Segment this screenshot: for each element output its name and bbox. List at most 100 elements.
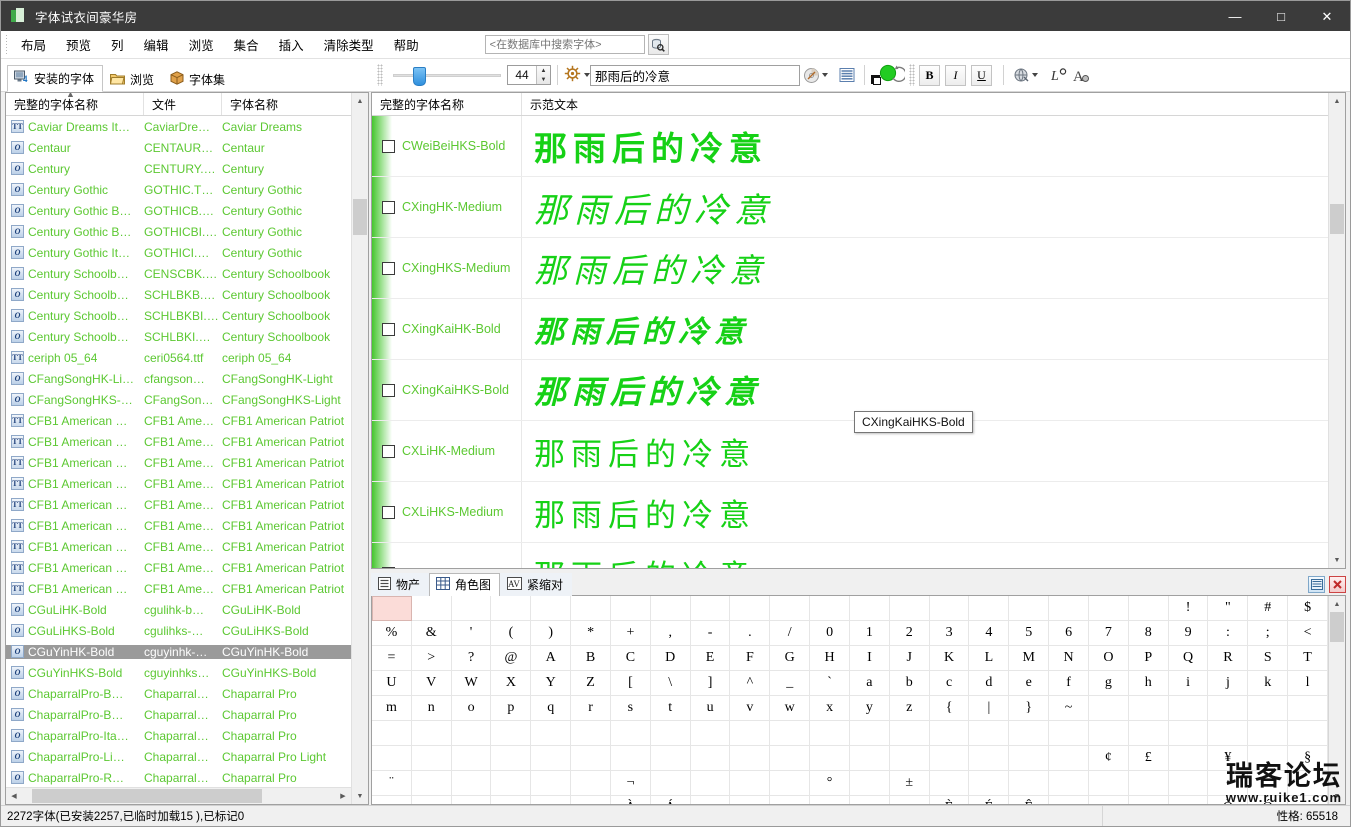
character-cell[interactable]: y xyxy=(849,696,890,721)
align-lines-button[interactable] xyxy=(836,65,858,86)
table-row[interactable]: O Century Gothic B… GOTHICBI.… Century Goth… xyxy=(6,221,351,242)
character-cell[interactable]: i xyxy=(1168,671,1209,696)
character-cell[interactable]: B xyxy=(571,646,611,671)
character-cell[interactable] xyxy=(610,721,651,746)
character-cell[interactable] xyxy=(690,771,731,796)
character-cell[interactable]: ` xyxy=(810,671,850,696)
preview-row-checkbox[interactable] xyxy=(382,200,395,214)
tab-properties[interactable]: 物产 xyxy=(371,573,430,596)
character-cell[interactable]: ! xyxy=(1168,596,1209,621)
character-cell[interactable] xyxy=(1208,721,1249,746)
preview-row[interactable]: CXingKaiHKS-Bold 那雨后的冷意 xyxy=(372,360,1328,421)
toolbar-grip[interactable] xyxy=(377,64,383,86)
character-cell[interactable]: W xyxy=(451,671,492,696)
menu-item-collections[interactable]: 集合 xyxy=(225,32,268,57)
bold-button[interactable]: B xyxy=(919,64,940,86)
character-cell[interactable]: _ xyxy=(770,671,811,696)
character-cell[interactable] xyxy=(849,596,890,621)
color-wheel-button[interactable] xyxy=(800,65,822,86)
size-stepper[interactable]: 44 ▲ ▼ xyxy=(507,65,551,85)
color-wheel-chevron-icon[interactable] xyxy=(822,73,828,77)
character-cell[interactable]: # xyxy=(1248,596,1289,621)
preview-row-checkbox[interactable] xyxy=(382,261,395,275)
character-cell[interactable] xyxy=(929,721,970,746)
character-cell[interactable] xyxy=(1088,596,1129,621)
globe-button[interactable] xyxy=(1010,65,1032,86)
character-cell[interactable] xyxy=(969,596,1010,621)
character-cell[interactable] xyxy=(610,746,651,771)
character-cell[interactable] xyxy=(1089,796,1129,804)
character-cell[interactable]: l xyxy=(1288,671,1328,696)
character-cell[interactable] xyxy=(411,746,452,771)
character-cell[interactable]: M xyxy=(1009,646,1050,671)
character-cell[interactable] xyxy=(571,796,611,804)
character-cell[interactable]: 2 xyxy=(889,621,930,646)
character-cell[interactable]: < xyxy=(1288,621,1328,646)
character-cell[interactable] xyxy=(452,796,492,804)
character-cell[interactable]: Ê xyxy=(1009,796,1050,804)
character-cell[interactable] xyxy=(491,771,532,796)
character-cell[interactable]: ¬ xyxy=(610,771,651,796)
table-row[interactable]: TT ceriph 05_64 ceri0564.ttf ceriph 05_64 xyxy=(6,347,351,368)
character-cell[interactable]: X xyxy=(491,671,532,696)
character-cell[interactable]: ( xyxy=(491,621,532,646)
character-cell[interactable]: F xyxy=(730,646,771,671)
table-row[interactable]: O ChaparralPro-R… Chaparral… Chaparral Pro xyxy=(6,767,351,787)
table-row[interactable]: O Centaur CENTAUR… Centaur xyxy=(6,137,351,158)
character-cell[interactable] xyxy=(1288,696,1328,721)
character-cell[interactable]: c xyxy=(929,671,970,696)
character-cell[interactable] xyxy=(1169,796,1209,804)
character-cell[interactable] xyxy=(531,746,572,771)
table-row[interactable]: O ChaparralPro-B… Chaparral… Chaparral Pro xyxy=(6,704,351,725)
character-cell[interactable]: ¢ xyxy=(1088,746,1129,771)
column-header-full-name[interactable]: 完整的字体名称 ▲ xyxy=(6,93,144,115)
character-cell[interactable] xyxy=(411,771,452,796)
character-cell[interactable]: C xyxy=(610,646,651,671)
scroll-up-icon[interactable]: ▲ xyxy=(352,93,368,109)
character-cell[interactable] xyxy=(531,771,572,796)
character-cell[interactable] xyxy=(690,596,731,621)
character-cell[interactable]: d xyxy=(969,671,1010,696)
character-cell[interactable] xyxy=(571,746,611,771)
character-cell[interactable]: 5 xyxy=(1009,621,1050,646)
maximize-button[interactable]: □ xyxy=(1258,1,1304,31)
character-cell[interactable]: s xyxy=(610,696,651,721)
character-cell[interactable] xyxy=(491,746,532,771)
character-cell[interactable] xyxy=(491,596,532,621)
character-cell[interactable] xyxy=(929,596,970,621)
character-cell[interactable] xyxy=(889,721,930,746)
character-cell[interactable]: É xyxy=(969,796,1010,804)
character-cell[interactable]: P xyxy=(1128,646,1169,671)
character-cell[interactable] xyxy=(810,796,850,804)
character-cell[interactable]: ' xyxy=(451,621,492,646)
character-cell[interactable] xyxy=(491,721,532,746)
character-cell[interactable] xyxy=(690,746,731,771)
character-cell[interactable] xyxy=(1168,721,1209,746)
chargrid-scroll-up-icon[interactable]: ▲ xyxy=(1329,596,1345,612)
column-header-file[interactable]: 文件 xyxy=(144,93,222,115)
character-cell[interactable] xyxy=(690,721,731,746)
table-row[interactable]: O CGuLiHK-Bold cgulihk-b… CGuLiHK-Bold xyxy=(6,599,351,620)
character-cell[interactable] xyxy=(1009,771,1050,796)
character-cell[interactable] xyxy=(451,721,492,746)
character-cell[interactable] xyxy=(770,596,811,621)
character-cell[interactable] xyxy=(890,796,930,804)
preview-row[interactable]: CWeiBeiHKS-Bold 那雨后的冷意 xyxy=(372,116,1328,177)
character-cell[interactable] xyxy=(1208,696,1249,721)
character-cell[interactable] xyxy=(451,771,492,796)
table-row[interactable]: TT CFB1 American … CFB1 Ame… CFB1 American … xyxy=(6,536,351,557)
table-row[interactable]: O CGuLiHKS-Bold cgulihks-… CGuLiHKS-Bold xyxy=(6,620,351,641)
character-cell[interactable] xyxy=(650,596,691,621)
table-row[interactable]: TT CFB1 American … CFB1 Ame… CFB1 American … xyxy=(6,473,351,494)
letter-spacing-button[interactable]: L xyxy=(1048,65,1070,86)
character-cell[interactable] xyxy=(1288,721,1328,746)
character-cell[interactable] xyxy=(1128,596,1169,621)
character-cell[interactable]: e xyxy=(1009,671,1050,696)
minimize-button[interactable]: — xyxy=(1212,1,1258,31)
character-cell[interactable] xyxy=(770,721,811,746)
character-cell[interactable] xyxy=(1049,771,1089,796)
character-cell[interactable] xyxy=(650,721,691,746)
character-cell[interactable] xyxy=(451,596,492,621)
character-cell[interactable]: | xyxy=(969,696,1010,721)
database-search-icon[interactable] xyxy=(647,34,669,55)
